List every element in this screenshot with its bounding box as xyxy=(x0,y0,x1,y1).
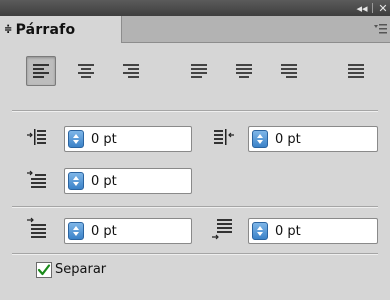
right-indent-stepper[interactable] xyxy=(252,130,268,148)
tab-title: Párrafo xyxy=(15,21,76,38)
hyphenate-label[interactable]: Separar xyxy=(55,262,106,278)
space-after-value: 0 pt xyxy=(275,223,301,239)
section-divider xyxy=(12,206,378,208)
space-before-value: 0 pt xyxy=(91,223,117,239)
hyphenate-checkbox[interactable] xyxy=(36,262,52,278)
tab-parrafo[interactable]: ≑ Párrafo xyxy=(0,16,122,43)
first-line-indent-value: 0 pt xyxy=(91,173,117,189)
justify-right-button[interactable] xyxy=(274,56,304,86)
right-indent-icon xyxy=(214,129,234,145)
justify-all-button[interactable] xyxy=(341,56,371,86)
first-line-indent-icon xyxy=(27,170,46,188)
justify-center-icon xyxy=(236,64,252,78)
collapse-panel-icon[interactable]: ◂◂ xyxy=(354,1,370,15)
align-left-button[interactable] xyxy=(26,56,56,86)
align-center-button[interactable] xyxy=(71,56,101,86)
section-divider xyxy=(12,253,378,255)
justify-right-icon xyxy=(281,64,297,78)
space-before-icon xyxy=(27,217,46,238)
first-line-indent-field[interactable]: 0 pt xyxy=(64,168,192,194)
right-indent-field[interactable]: 0 pt xyxy=(248,126,378,152)
space-after-stepper[interactable] xyxy=(252,222,268,240)
first-line-indent-stepper[interactable] xyxy=(68,172,84,190)
justify-left-button[interactable] xyxy=(184,56,214,86)
space-before-stepper[interactable] xyxy=(68,222,84,240)
section-divider xyxy=(12,110,378,112)
align-right-button[interactable] xyxy=(116,56,146,86)
left-indent-stepper[interactable] xyxy=(68,130,84,148)
panel-title-bar: ◂◂ ✕ xyxy=(0,0,390,16)
align-center-icon xyxy=(78,64,94,78)
left-indent-value: 0 pt xyxy=(91,131,117,147)
checkmark-icon xyxy=(37,264,51,276)
right-indent-value: 0 pt xyxy=(275,131,301,147)
panel-menu-icon[interactable] xyxy=(373,22,387,36)
tab-updown-icon: ≑ xyxy=(4,24,13,35)
justify-left-icon xyxy=(191,64,207,78)
title-bar-divider xyxy=(372,3,373,13)
align-right-icon xyxy=(123,64,139,78)
justify-center-button[interactable] xyxy=(229,56,259,86)
justify-all-icon xyxy=(348,64,364,78)
left-indent-field[interactable]: 0 pt xyxy=(64,126,192,152)
close-panel-icon[interactable]: ✕ xyxy=(376,1,390,15)
space-before-field[interactable]: 0 pt xyxy=(64,218,192,244)
align-left-icon xyxy=(33,64,49,78)
left-indent-icon xyxy=(27,129,46,145)
space-after-icon xyxy=(212,219,232,240)
space-after-field[interactable]: 0 pt xyxy=(248,218,378,244)
